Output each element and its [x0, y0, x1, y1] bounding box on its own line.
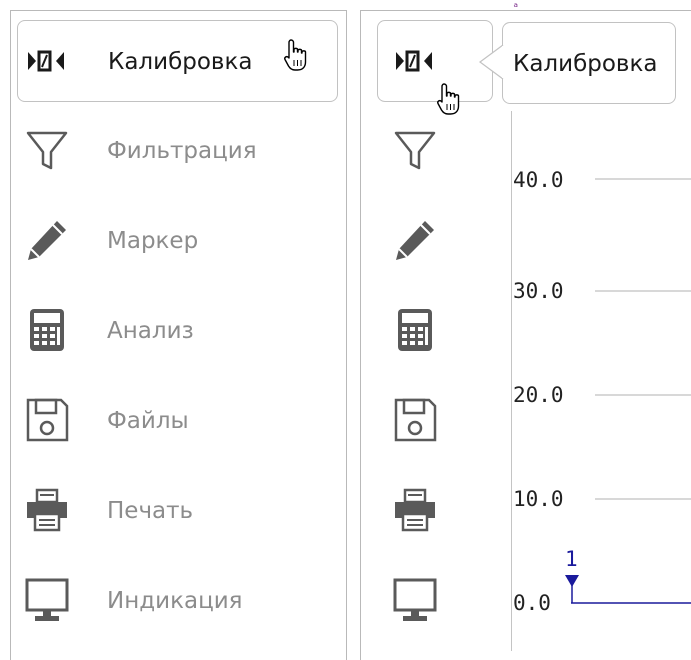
floppy-disk-icon	[23, 396, 71, 444]
y-tick-label: 20.0	[513, 383, 564, 407]
calculator-icon	[23, 306, 71, 354]
menu-button-calibration[interactable]	[377, 20, 493, 102]
pencil-icon	[391, 216, 439, 264]
menu-item-label: Анализ	[107, 318, 194, 344]
trace-header-text: ᵃ	[512, 0, 520, 14]
marker-number-label: 1	[565, 547, 578, 571]
tooltip-pointer	[478, 44, 506, 80]
calibration-icon	[24, 37, 72, 85]
menu-button-filter[interactable]	[377, 110, 495, 192]
menu-item-marker[interactable]: Маркер	[17, 200, 338, 282]
menu-button-print[interactable]	[377, 470, 495, 552]
y-tick-label: 10.0	[513, 487, 564, 511]
printer-icon	[391, 486, 439, 534]
menu-item-print[interactable]: Печать	[17, 470, 338, 552]
printer-icon	[23, 486, 71, 534]
trace-chart[interactable]: 40.0 30.0 20.0 10.0 0.0 1	[511, 11, 691, 651]
menu-item-label: Калибровка	[108, 49, 253, 75]
marker-triangle	[565, 575, 579, 587]
monitor-icon	[23, 576, 71, 624]
menu-button-analysis[interactable]	[377, 290, 495, 372]
menu-item-files[interactable]: Файлы	[17, 380, 338, 462]
floppy-disk-icon	[391, 396, 439, 444]
calibration-tooltip: Калибровка	[502, 22, 676, 104]
menu-item-label: Маркер	[107, 228, 199, 254]
menu-button-display[interactable]	[377, 560, 495, 642]
menu-item-analysis[interactable]: Анализ	[17, 290, 338, 372]
filter-icon	[391, 126, 439, 174]
chart-grid	[511, 111, 691, 651]
filter-icon	[23, 126, 71, 174]
y-tick-label: 0.0	[513, 591, 551, 615]
menu-item-label: Печать	[107, 498, 194, 524]
y-tick-label: 30.0	[513, 279, 564, 303]
menu-item-display[interactable]: Индикация	[17, 560, 338, 642]
menu-item-filter[interactable]: Фильтрация	[17, 110, 338, 192]
calibration-icon	[392, 37, 440, 85]
calculator-icon	[391, 306, 439, 354]
hand-cursor-icon	[284, 39, 307, 71]
hand-cursor-icon	[437, 83, 460, 115]
y-tick-label: 40.0	[513, 168, 564, 192]
menu-button-marker[interactable]	[377, 200, 495, 282]
menu-item-label: Фильтрация	[107, 138, 257, 164]
expanded-menu-panel: Калибровка Фильтрация Маркер Анализ Файл…	[10, 10, 347, 660]
collapsed-menu-panel: 40.0 30.0 20.0 10.0 0.0 1	[360, 10, 691, 660]
pencil-icon	[23, 216, 71, 264]
menu-item-label: Индикация	[107, 588, 243, 614]
monitor-icon	[391, 576, 439, 624]
menu-button-files[interactable]	[377, 380, 495, 462]
tooltip-text: Калибровка	[513, 51, 658, 77]
menu-item-label: Файлы	[107, 408, 189, 434]
